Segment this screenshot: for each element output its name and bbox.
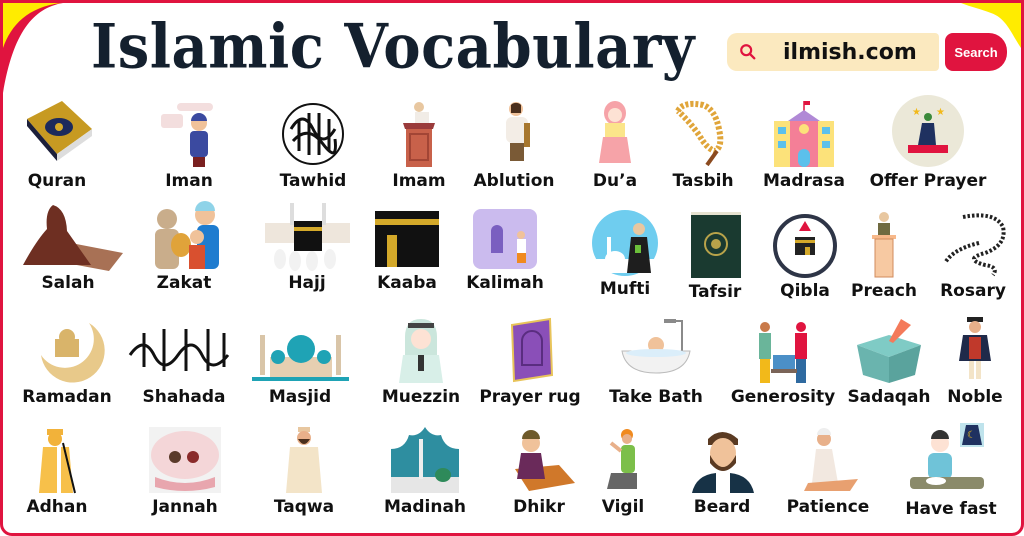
vocab-item[interactable]: Shahada — [124, 315, 244, 407]
vocab-label: Muezzin — [381, 387, 461, 407]
vocab-label: Adhan — [26, 497, 88, 517]
vocab-label: Madinah — [383, 497, 467, 517]
page-title: Islamic Vocabulary — [91, 11, 695, 83]
vocab-item[interactable]: Madinah — [365, 425, 485, 517]
vocab-item[interactable]: Madrasa — [744, 99, 864, 191]
school-building-icon — [774, 101, 834, 167]
svg-text:☾: ☾ — [967, 430, 976, 441]
vocab-label: Patience — [786, 497, 870, 517]
calligraphy-circle-icon — [282, 103, 344, 165]
vocab-item[interactable]: Masjid — [240, 315, 360, 407]
giving-bag-icon — [154, 201, 219, 269]
boy-faith-icon — [161, 103, 213, 167]
mosque-domes-icon — [251, 335, 349, 381]
vocab-item[interactable]: Salah — [8, 201, 128, 293]
vocab-item[interactable]: Take Bath — [596, 315, 716, 407]
nobleman-icon — [959, 317, 991, 379]
vocab-item[interactable]: Patience — [768, 425, 888, 517]
man-praying-on-rug-icon: ★ ★ — [892, 95, 964, 167]
caller-microphone-icon — [39, 429, 76, 494]
search-button[interactable]: Search — [945, 33, 1007, 71]
svg-text:★: ★ — [936, 107, 945, 118]
vocab-item[interactable]: Noble — [915, 315, 1021, 407]
vocab-label: Shahada — [142, 387, 226, 407]
bathtub-icon — [621, 319, 691, 374]
vocab-item[interactable]: Tawhid — [253, 99, 373, 191]
vocab-item[interactable]: Prayer rug — [470, 315, 590, 407]
crescent-mosque-icon — [41, 323, 105, 383]
pilgrims-kaaba-icon — [264, 203, 350, 271]
vocab-item[interactable]: Muezzin — [361, 315, 481, 407]
vocab-item[interactable]: Iman — [129, 99, 249, 191]
vocab-label: Beard — [693, 497, 751, 517]
vocab-item[interactable]: Quran — [3, 99, 117, 191]
madinah-mosque-icon — [391, 427, 459, 493]
vocab-item[interactable]: Rosary — [913, 209, 1021, 301]
man-dua-icon — [286, 427, 322, 493]
vocab-label: Noble — [947, 387, 1003, 407]
vocab-label: Zakat — [156, 273, 212, 293]
vocab-label: Generosity — [730, 387, 836, 407]
kneeling-man-icon — [607, 429, 637, 489]
vocab-label: Masjid — [268, 387, 332, 407]
shahada-calligraphy-icon — [128, 329, 230, 371]
vocab-label: Tawhid — [279, 171, 347, 191]
vocab-label: Madrasa — [762, 171, 845, 191]
search-icon — [740, 44, 756, 60]
vocab-label: Rosary — [940, 281, 1006, 301]
page-frame: Islamic Vocabulary ilmish.com Search Qur… — [0, 0, 1024, 536]
black-beads-icon — [943, 213, 1006, 277]
vocab-label: Quran — [27, 171, 87, 191]
vocab-label: Have fast — [905, 499, 997, 519]
corner-decoration-top-left — [3, 3, 63, 93]
vocab-label: Jannah — [152, 497, 218, 517]
search-value: ilmish.com — [783, 39, 917, 65]
mosque-interior-icon — [473, 209, 537, 269]
prayer-beads-icon — [675, 100, 724, 167]
vocab-label: Kalimah — [466, 273, 544, 293]
imam-pulpit-icon — [403, 102, 435, 167]
vocab-item[interactable]: Ramadan — [7, 315, 127, 407]
quran-book-icon — [27, 101, 92, 161]
woman-prostrating-icon — [22, 205, 123, 271]
green-book-icon — [691, 212, 741, 278]
vocab-label: Take Bath — [609, 387, 703, 407]
ablution-person-icon — [506, 102, 530, 161]
search-input[interactable]: ilmish.com — [727, 33, 939, 71]
vocab-item[interactable]: Beard — [662, 425, 782, 517]
muezzin-person-icon — [399, 319, 443, 383]
bearded-man-icon — [692, 432, 754, 493]
family-garden-icon — [149, 427, 221, 493]
vocab-item[interactable]: ★ ★ Offer Prayer — [868, 93, 988, 191]
food-sharing-icon — [759, 322, 807, 383]
vocab-item[interactable]: Taqwa — [244, 425, 364, 517]
vocab-item[interactable]: Generosity — [723, 315, 843, 407]
vocab-label: Offer Prayer — [869, 171, 987, 191]
vocab-label: Taqwa — [273, 497, 335, 517]
vocab-label: Salah — [41, 273, 95, 293]
vocab-item[interactable]: Kalimah — [445, 201, 565, 293]
vocab-item[interactable]: Jannah — [125, 425, 245, 517]
sitting-prayer-icon — [804, 428, 858, 491]
vocab-label: Prayer rug — [479, 387, 581, 407]
speaker-podium-icon — [872, 212, 896, 278]
scholar-circle-icon — [592, 210, 658, 276]
vocab-item[interactable]: Zakat — [124, 201, 244, 293]
kaaba-icon — [375, 211, 439, 267]
vocab-label: Iman — [165, 171, 213, 191]
vocab-label: Ramadan — [22, 387, 112, 407]
vocab-item[interactable]: Adhan — [3, 425, 117, 517]
iftar-meal-icon: ☾ — [910, 423, 984, 489]
vocab-item[interactable]: ☾ Have fast — [891, 421, 1011, 519]
prayer-rug-icon — [510, 317, 554, 383]
svg-text:★: ★ — [912, 107, 921, 118]
